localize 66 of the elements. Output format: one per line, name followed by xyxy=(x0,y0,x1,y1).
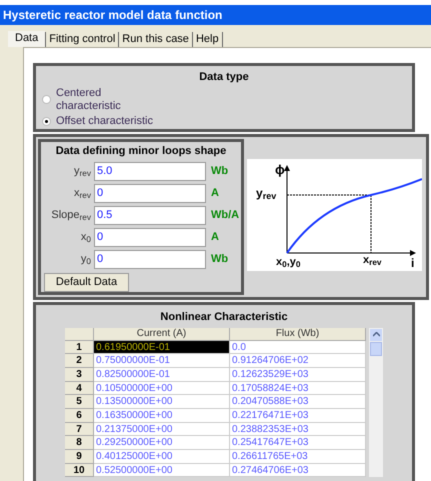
radio-label: Centered characteristic xyxy=(56,86,122,112)
field-label: y$_{rev}$ xyxy=(73,164,91,178)
field-label: x$_{0}$ xyxy=(80,230,91,244)
table-cell: 0.20470588E+03 xyxy=(230,395,366,409)
unit-label: A xyxy=(211,186,219,201)
unit-label: Wb/A xyxy=(211,208,240,223)
unit-label: A xyxy=(211,230,219,245)
table-cell: 0.40125000E+00 xyxy=(94,450,230,464)
y-rev-label: y$_{rev}$ xyxy=(256,187,276,199)
table-cell: 0.12623529E+03 xyxy=(230,368,366,382)
table-cell: 0.61950000E-01 xyxy=(94,340,230,354)
group-title: Data defining minor loops shape xyxy=(56,144,226,159)
window-title: Hysteretic reactor model data function xyxy=(3,7,222,24)
row-number[interactable]: 2 xyxy=(65,354,94,368)
row-number[interactable]: 1 xyxy=(65,340,94,354)
table-cell: 0.16350000E+00 xyxy=(94,408,230,423)
row-number[interactable]: 10 xyxy=(65,464,94,478)
table-cell: 0.26611765E+03 xyxy=(230,450,366,464)
panel-title: Nonlinear Characteristic xyxy=(160,310,288,325)
unit-label: Wb xyxy=(211,164,228,179)
y-axis-label: ϕ xyxy=(275,163,285,176)
table-cell: 0.52500000E+00 xyxy=(94,464,230,478)
x-axis-label: i xyxy=(411,257,414,269)
table-cell: 0.0 xyxy=(230,340,366,354)
table-cell: 0.22176471E+03 xyxy=(230,408,366,423)
field-label: x$_{rev}$ xyxy=(73,186,91,200)
tab[interactable]: Data xyxy=(8,31,46,47)
table-cell: 0.82500000E-01 xyxy=(94,368,230,382)
input-field[interactable]: 5.0 xyxy=(94,162,206,180)
corner-header xyxy=(65,328,94,340)
scroll-thumb[interactable] xyxy=(370,342,382,356)
default-data-button[interactable]: Default Data xyxy=(44,272,129,292)
radio-label: Offset characteristic xyxy=(56,114,153,128)
input-field[interactable]: 0 xyxy=(94,184,206,202)
table-cell: 0.10500000E+00 xyxy=(94,382,230,396)
table-cell: 0.13500000E+00 xyxy=(94,395,230,409)
row-number[interactable]: 3 xyxy=(65,368,94,382)
scroll-up-icon[interactable] xyxy=(370,328,382,340)
column-header[interactable]: Current (A) xyxy=(94,328,230,340)
scrollbar[interactable] xyxy=(369,328,383,478)
table-cell: 0.29250000E+00 xyxy=(94,436,230,450)
table-cell: 0.91264706E+02 xyxy=(230,354,366,368)
row-number[interactable]: 9 xyxy=(65,450,94,464)
panel-title: Data type xyxy=(199,70,249,85)
table-cell: 0.23882353E+03 xyxy=(230,422,366,436)
row-number[interactable]: 7 xyxy=(65,422,94,436)
origin-label: x$_{0}$,y$_{0}$ xyxy=(276,257,300,268)
table-cell: 0.17058824E+03 xyxy=(230,382,366,396)
field-label: y$_{0}$ xyxy=(80,252,91,266)
table-cell: 0.75000000E-01 xyxy=(94,354,230,368)
column-header[interactable]: Flux (Wb) xyxy=(230,328,366,340)
radio-button[interactable] xyxy=(42,95,51,104)
radio-button[interactable] xyxy=(42,116,51,126)
input-field[interactable]: 0 xyxy=(94,250,206,268)
row-number[interactable]: 6 xyxy=(65,408,94,423)
row-number[interactable]: 5 xyxy=(65,395,94,409)
input-field[interactable]: 0.5 xyxy=(94,206,206,224)
table-cell: 0.25417647E+03 xyxy=(230,436,366,450)
x-rev-label: x$_{rev}$ xyxy=(363,255,382,266)
field-label: Slope$_{rev}$ xyxy=(50,208,91,222)
unit-label: Wb xyxy=(211,252,228,267)
row-number[interactable]: 4 xyxy=(65,382,94,396)
table-cell: 0.27464706E+03 xyxy=(230,464,366,478)
table-cell: 0.21375000E+00 xyxy=(94,422,230,436)
row-number[interactable]: 8 xyxy=(65,436,94,450)
input-field[interactable]: 0 xyxy=(94,228,206,246)
